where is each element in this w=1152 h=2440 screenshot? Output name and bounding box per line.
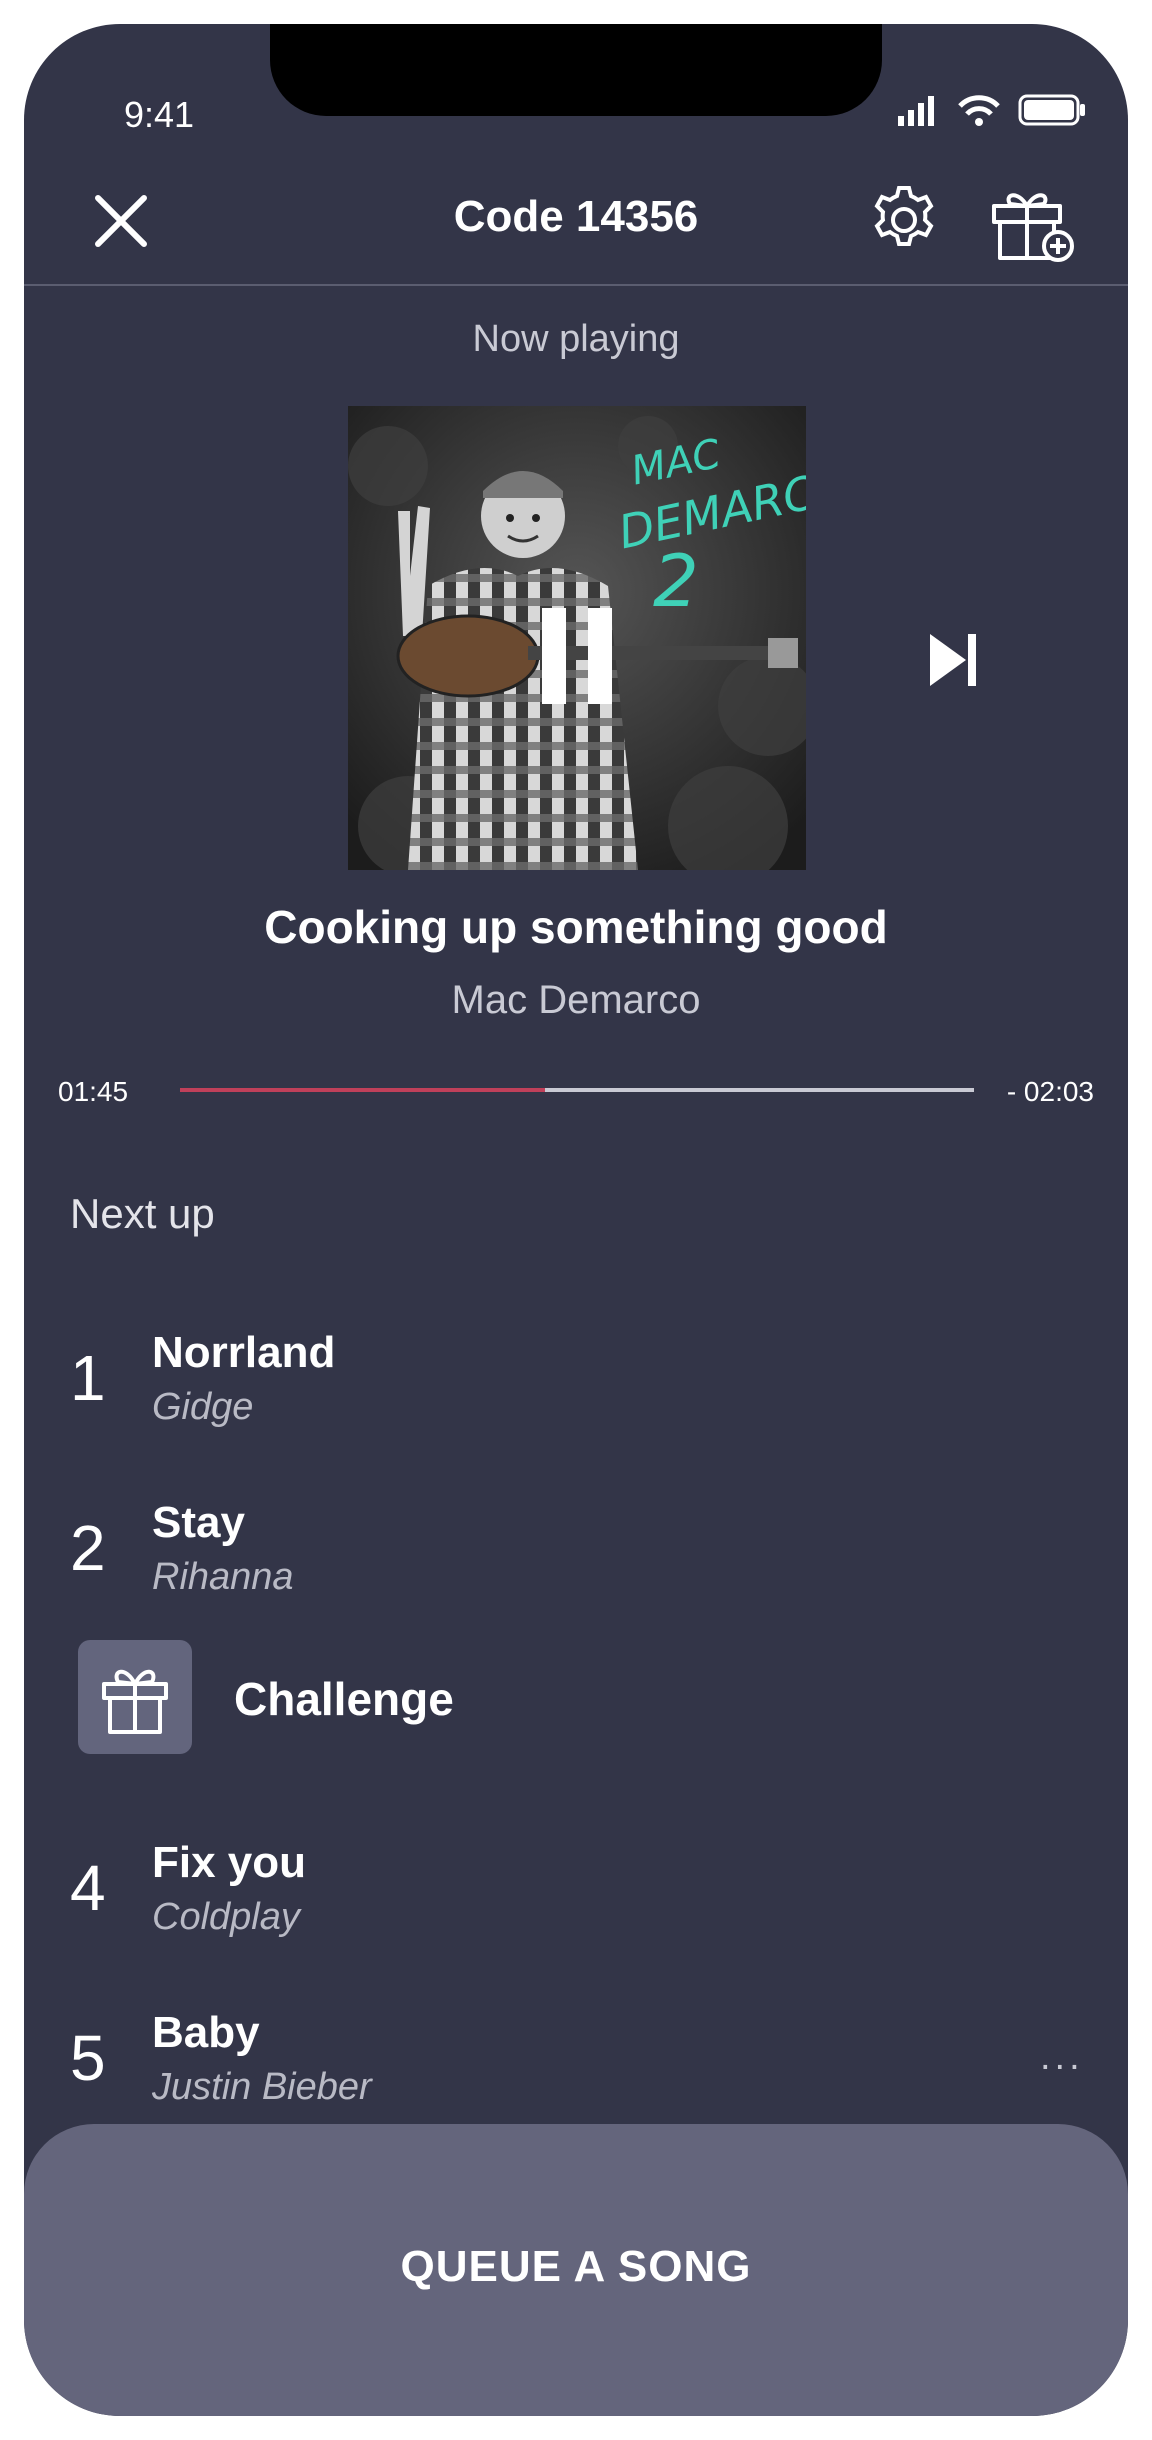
progress-bar[interactable] [180, 1088, 974, 1092]
gear-icon [874, 186, 934, 246]
room-code-title: Code 14356 [453, 192, 699, 241]
header-divider [24, 284, 1128, 286]
challenge-tile[interactable] [78, 1640, 192, 1754]
queue-track-artist: Gidge [152, 1386, 254, 1428]
queue-song-label: QUEUE A SONG [400, 2242, 752, 2291]
next-up-heading: Next up [70, 1190, 215, 1237]
queue-track-title: Norrland [152, 1328, 336, 1377]
challenge-label[interactable]: Challenge [234, 1672, 454, 1726]
album-text-line3: 2 [653, 539, 699, 623]
gift-add-icon [992, 193, 1074, 262]
add-gift-button[interactable] [988, 176, 1078, 266]
pause-button[interactable] [528, 608, 628, 704]
status-icons [898, 90, 1088, 130]
skip-next-icon [930, 634, 976, 686]
queue-item[interactable]: 5 Baby Justin Bieber [24, 2008, 1128, 2128]
phone-screen: 9:41 Code 14356 Now playing MAC DEMARCO … [24, 24, 1128, 2416]
queue-position: 4 [70, 1852, 106, 1924]
queue-track-artist: Coldplay [152, 1896, 300, 1938]
settings-button[interactable] [866, 182, 942, 258]
time-elapsed: 01:45 [58, 1076, 129, 1107]
more-options-icon[interactable]: ... [1040, 2036, 1084, 2079]
queue-item[interactable]: 2 Stay Rihanna [24, 1498, 1128, 1618]
time-remaining: - 02:03 [1006, 1076, 1094, 1107]
queue-song-button[interactable]: QUEUE A SONG [24, 2124, 1128, 2416]
current-song-artist: Mac Demarco [451, 978, 701, 1022]
queue-track-title: Baby [152, 2008, 260, 2057]
queue-position: 1 [70, 1342, 106, 1414]
signal-wifi-battery-icon [898, 94, 1085, 126]
queue-track-artist: Rihanna [152, 1556, 294, 1598]
queue-item[interactable]: 4 Fix you Coldplay [24, 1838, 1128, 1958]
skip-next-button[interactable] [924, 628, 984, 692]
now-playing-label: Now playing [472, 318, 680, 360]
queue-track-title: Fix you [152, 1838, 307, 1887]
queue-position: 5 [70, 2022, 106, 2094]
progress-fill [180, 1088, 546, 1092]
gift-icon [102, 1669, 168, 1734]
current-song-title: Cooking up something good [264, 901, 888, 953]
status-time: 9:41 [124, 94, 195, 135]
queue-track-title: Stay [152, 1498, 245, 1547]
queue-track-artist: Justin Bieber [152, 2066, 372, 2108]
pause-icon [542, 608, 612, 704]
notch [270, 24, 882, 116]
queue-item[interactable]: 1 Norrland Gidge [24, 1328, 1128, 1448]
queue-position: 2 [70, 1512, 106, 1584]
